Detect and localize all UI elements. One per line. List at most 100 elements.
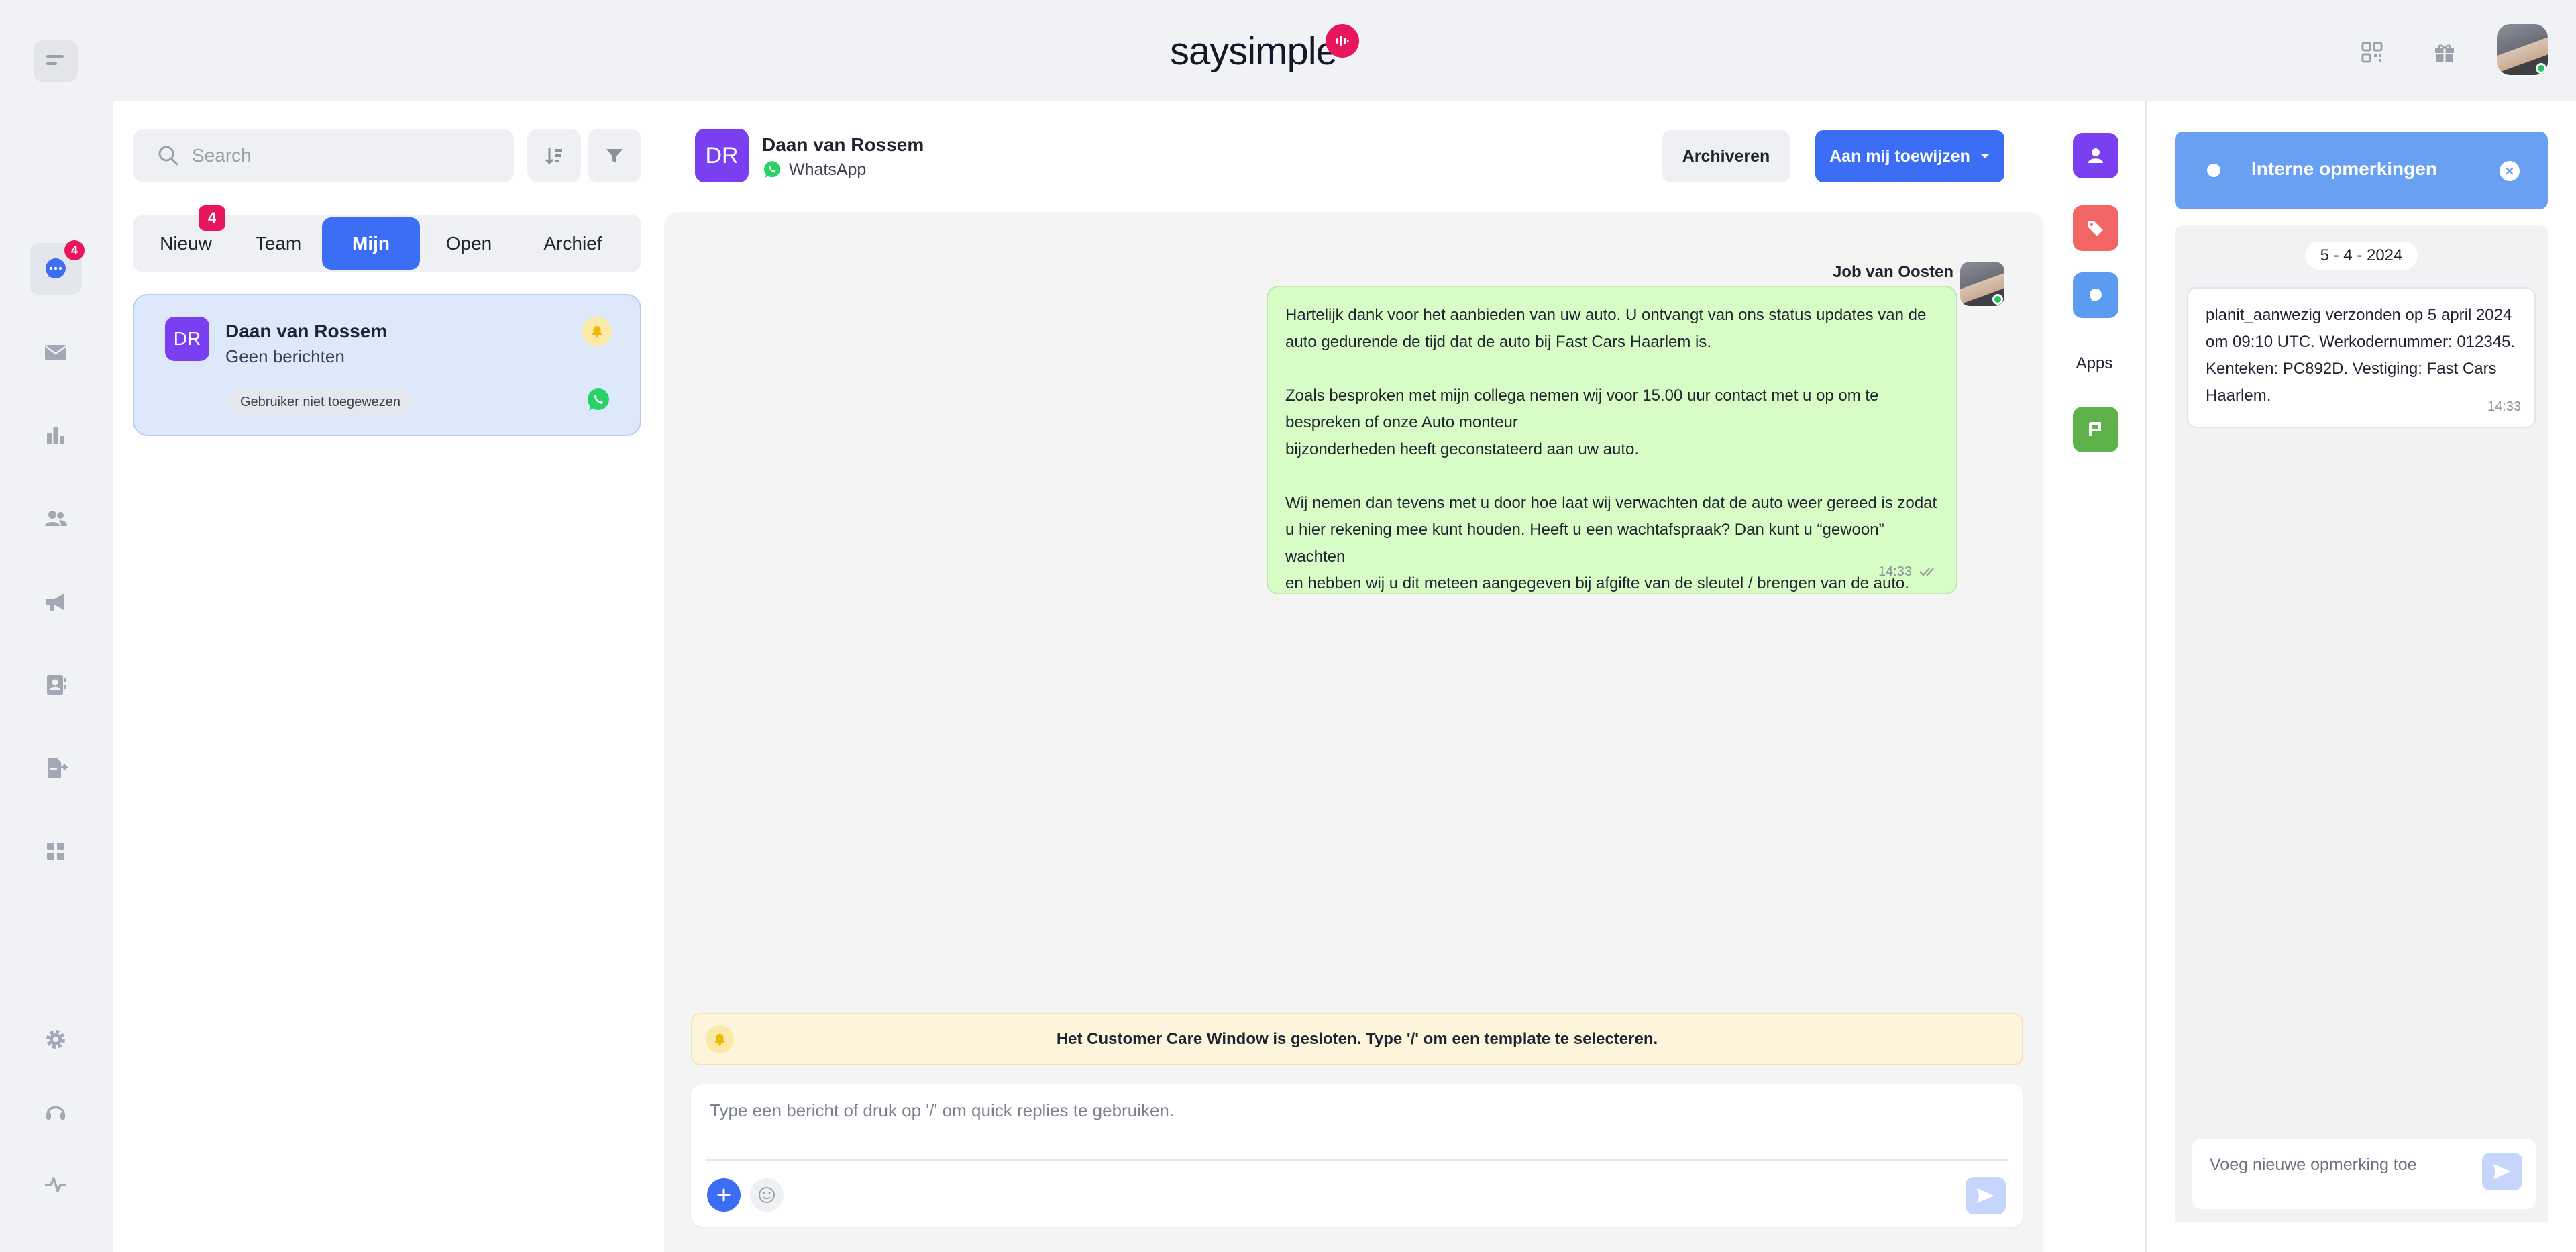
conversation-list-item[interactable]: DR Daan van Rossem Geen berichten Gebrui… bbox=[133, 294, 641, 436]
date-separator: 5 - 4 - 2024 bbox=[2305, 242, 2418, 270]
rail-item-status[interactable] bbox=[30, 1158, 82, 1210]
menu-icon bbox=[46, 55, 64, 65]
tab-team[interactable]: Team bbox=[235, 217, 322, 270]
online-status-dot bbox=[1992, 294, 2003, 305]
envelope-icon bbox=[45, 345, 66, 360]
chat-header: DR Daan van Rossem WhatsApp Archiveren A… bbox=[664, 101, 2043, 212]
pulse-icon bbox=[45, 1177, 66, 1192]
sort-icon bbox=[545, 148, 562, 165]
search-input[interactable] bbox=[192, 145, 474, 166]
outgoing-message-bubble: Hartelijk dank voor het aanbieden van uw… bbox=[1267, 286, 1957, 594]
megaphone-icon bbox=[46, 594, 64, 611]
notes-body: 5 - 4 - 2024 planit_aanwezig verzonden o… bbox=[2175, 225, 2548, 1222]
contact-card-icon bbox=[47, 675, 66, 695]
composer-divider bbox=[706, 1159, 2008, 1161]
send-icon bbox=[2493, 1164, 2511, 1179]
add-attachment-button[interactable] bbox=[707, 1178, 741, 1212]
double-check-icon bbox=[1919, 568, 1934, 576]
comment-icon bbox=[2090, 289, 2102, 301]
sender-avatar bbox=[1960, 262, 2004, 306]
chevron-down-icon bbox=[1980, 154, 1989, 158]
conversation-avatar: DR bbox=[165, 317, 209, 361]
conversation-contact-name: Daan van Rossem bbox=[225, 321, 388, 342]
chat-area: Job van Oosten Hartelijk dank voor het a… bbox=[664, 212, 2043, 1252]
chat-contact-avatar: DR bbox=[695, 129, 749, 182]
person-icon bbox=[2088, 148, 2103, 163]
qr-code-button[interactable] bbox=[2353, 34, 2391, 71]
rail-item-campaigns[interactable] bbox=[30, 576, 82, 628]
planit-app-button[interactable] bbox=[2073, 407, 2118, 452]
new-note-input[interactable] bbox=[2210, 1153, 2478, 1177]
search-icon bbox=[158, 146, 178, 166]
menu-toggle-button[interactable] bbox=[34, 40, 78, 82]
sort-button[interactable] bbox=[527, 129, 581, 182]
user-avatar[interactable] bbox=[2497, 24, 2548, 75]
internal-notes-panel: Interne opmerkingen 5 - 4 - 2024 planit_… bbox=[2147, 101, 2576, 1252]
bar-chart-icon bbox=[47, 427, 64, 444]
bell-icon bbox=[582, 317, 612, 346]
rail-item-export[interactable] bbox=[30, 742, 82, 794]
emoji-button[interactable] bbox=[750, 1178, 784, 1212]
send-message-button[interactable] bbox=[1966, 1177, 2006, 1214]
left-nav-rail: 4 bbox=[0, 0, 113, 1252]
app-strip: Apps bbox=[2043, 101, 2145, 1252]
notes-header: Interne opmerkingen bbox=[2175, 132, 2548, 209]
tab-nieuw[interactable]: Nieuw 4 bbox=[137, 205, 235, 270]
conversation-preview: Geen berichten bbox=[225, 346, 345, 366]
rail-item-apps[interactable] bbox=[30, 825, 82, 878]
rail-item-email[interactable] bbox=[30, 326, 82, 378]
filter-button[interactable] bbox=[588, 129, 641, 182]
grid-icon bbox=[47, 843, 64, 860]
archive-button[interactable]: Archiveren bbox=[1662, 130, 1790, 182]
headset-icon bbox=[46, 1106, 65, 1120]
tab-mijn[interactable]: Mijn bbox=[322, 217, 420, 270]
assign-to-me-button[interactable]: Aan mij toewijzen bbox=[1815, 130, 2004, 182]
gift-button[interactable] bbox=[2426, 34, 2463, 71]
users-icon bbox=[45, 511, 67, 526]
chat-contact-name[interactable]: Daan van Rossem bbox=[762, 134, 924, 156]
contact-details-button[interactable] bbox=[2073, 133, 2118, 178]
notes-title: Interne opmerkingen bbox=[2251, 158, 2437, 179]
customer-care-window-notice: Het Customer Care Window is gesloten. Ty… bbox=[691, 1013, 2023, 1065]
conversations-badge: 4 bbox=[64, 240, 85, 260]
comment-icon bbox=[2207, 164, 2220, 177]
labels-button[interactable] bbox=[2073, 205, 2118, 251]
assignment-tag: Gebruiker niet toegewezen bbox=[228, 389, 413, 415]
whatsapp-icon bbox=[588, 388, 609, 411]
close-notes-button[interactable] bbox=[2500, 161, 2520, 181]
qr-code-icon bbox=[2361, 42, 2383, 63]
note-card: planit_aanwezig verzonden op 5 april 202… bbox=[2187, 287, 2536, 428]
logo-mark-icon bbox=[1326, 24, 1359, 58]
internal-notes-button[interactable] bbox=[2073, 272, 2118, 318]
message-meta: 14:33 bbox=[1878, 558, 1939, 585]
search-box bbox=[133, 129, 514, 182]
rail-item-reports[interactable] bbox=[30, 409, 82, 462]
tab-nieuw-badge: 4 bbox=[199, 205, 225, 231]
saysimple-logo: saysimple bbox=[1170, 24, 1359, 78]
tab-open[interactable]: Open bbox=[420, 217, 518, 270]
close-icon bbox=[2506, 167, 2514, 175]
rail-item-address-book[interactable] bbox=[30, 659, 82, 711]
send-icon bbox=[1977, 1188, 1994, 1203]
send-note-button[interactable] bbox=[2482, 1153, 2522, 1190]
gift-icon bbox=[2435, 44, 2454, 62]
rail-item-settings[interactable] bbox=[30, 1013, 82, 1065]
apps-label: Apps bbox=[2076, 354, 2113, 372]
rail-item-conversations[interactable]: 4 bbox=[30, 240, 85, 295]
conversation-list-panel: Nieuw 4 Team Mijn Open Archief DR Daan v… bbox=[113, 101, 664, 1252]
online-status-dot bbox=[2536, 63, 2546, 74]
top-bar: saysimple bbox=[113, 0, 2576, 101]
message-sender-name: Job van Oosten bbox=[1832, 263, 1953, 281]
chat-channel: WhatsApp bbox=[762, 160, 866, 180]
message-input[interactable] bbox=[710, 1100, 1984, 1147]
conversation-tabs: Nieuw 4 Team Mijn Open Archief bbox=[133, 205, 641, 272]
smiley-icon bbox=[759, 1187, 775, 1203]
plus-icon bbox=[717, 1188, 731, 1202]
rail-item-support[interactable] bbox=[30, 1086, 82, 1138]
rail-item-contacts[interactable] bbox=[30, 492, 82, 545]
tab-archief[interactable]: Archief bbox=[518, 217, 628, 270]
chat-bubble-icon bbox=[46, 258, 66, 278]
tag-icon bbox=[2088, 221, 2103, 236]
planit-icon bbox=[2089, 422, 2101, 436]
bell-icon bbox=[706, 1025, 734, 1053]
